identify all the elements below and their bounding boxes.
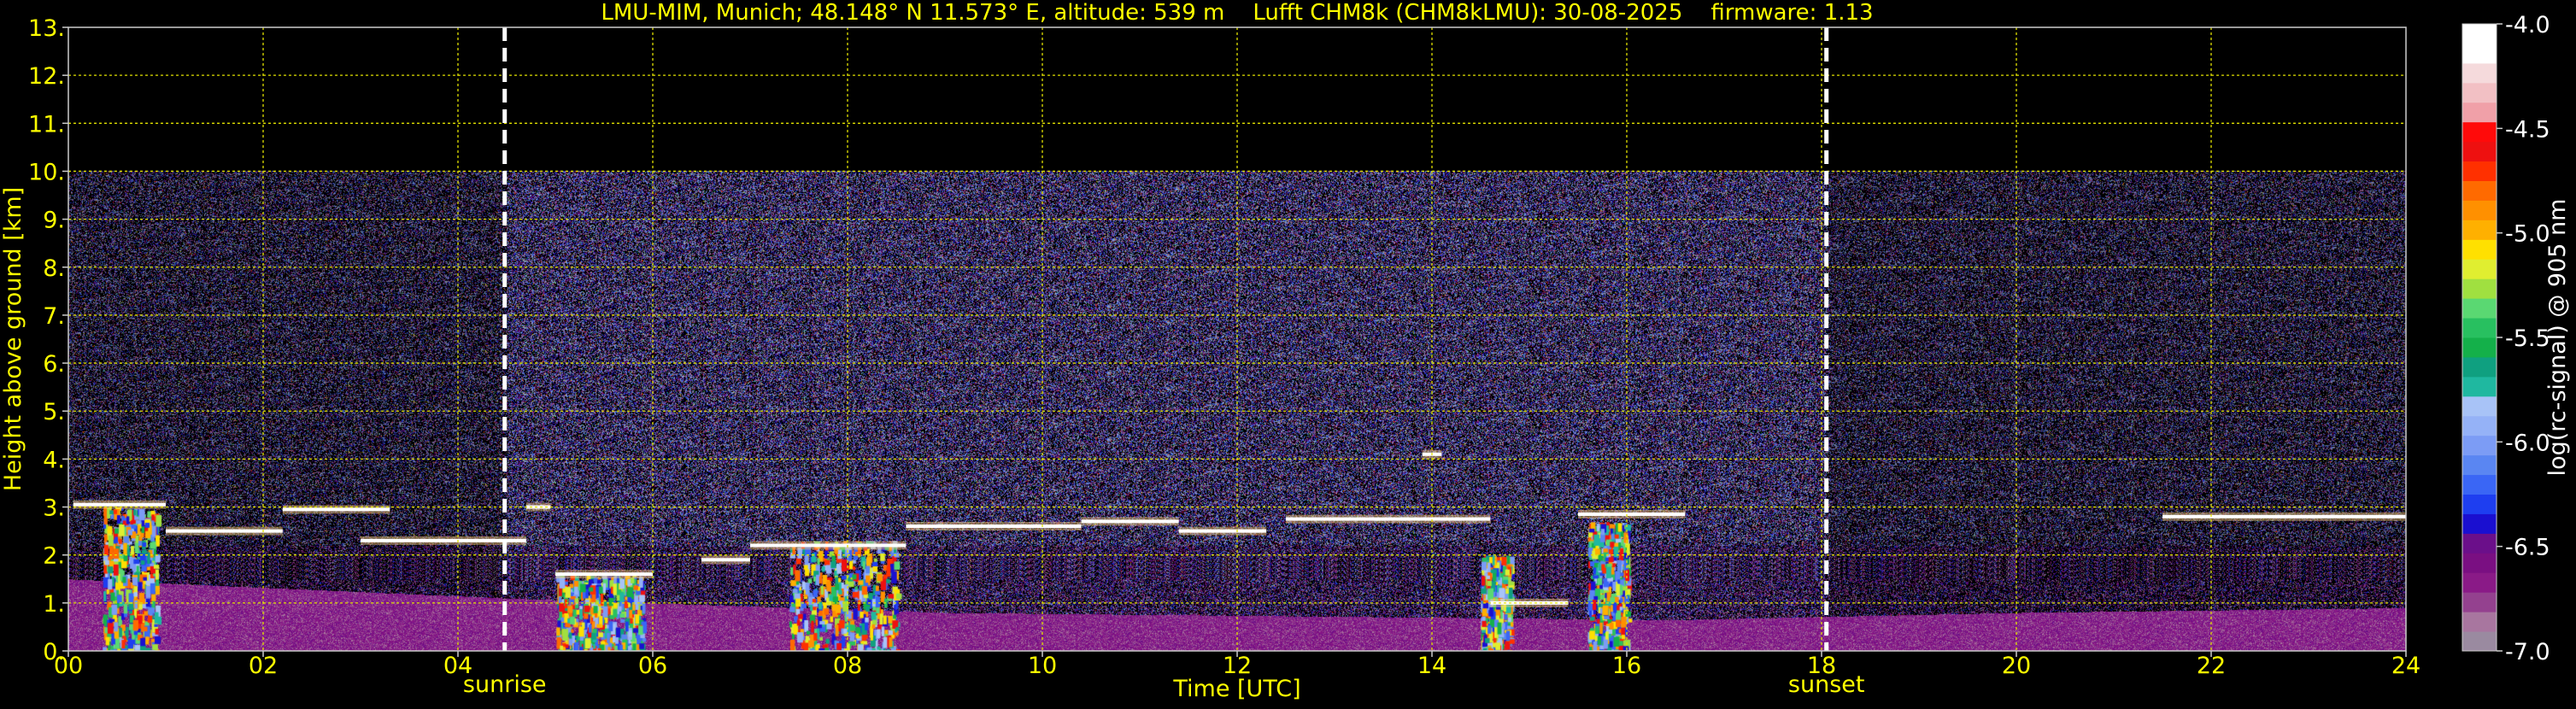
y-tick-label: 1.	[43, 591, 65, 618]
colorbar-cell	[2462, 298, 2497, 319]
colorbar-cell	[2462, 180, 2497, 201]
y-tick-label: 12.	[28, 63, 65, 90]
x-tick-label: 16	[1612, 653, 1641, 679]
colorbar-tick-label: -5.0	[2505, 221, 2550, 248]
colorbar-cell	[2462, 318, 2497, 338]
colorbar-cell	[2462, 82, 2497, 103]
colorbar-cell	[2462, 141, 2497, 162]
colorbar-cell	[2462, 220, 2497, 240]
colorbar-cell	[2462, 102, 2497, 123]
colorbar-cell	[2462, 278, 2497, 299]
colorbar-cell	[2462, 239, 2497, 260]
x-axis-label: Time [UTC]	[1172, 676, 1300, 702]
colorbar-cell	[2462, 337, 2497, 358]
cloud-layer-core-3	[361, 538, 526, 542]
x-tick-label: 14	[1417, 653, 1446, 679]
cloud-layer-core-11	[1286, 517, 1491, 521]
colorbar-cell	[2462, 572, 2497, 593]
colorbar-cell	[2462, 513, 2497, 534]
y-tick-label: 3.	[43, 495, 65, 522]
colorbar-tick-label: -7.0	[2505, 639, 2550, 665]
colorbar-tick-label: -6.0	[2505, 430, 2550, 456]
colorbar-cell	[2462, 43, 2497, 64]
colorbar-cell	[2462, 592, 2497, 612]
cloud-layer-core-5	[555, 572, 653, 577]
colorbar-tick-label: -4.5	[2505, 116, 2550, 143]
x-tick-label: 24	[2391, 653, 2421, 679]
y-tick-label: 2.	[43, 543, 65, 570]
colorbar-cell	[2462, 259, 2497, 279]
y-tick-label: 5.	[43, 399, 65, 425]
colorbar-cell	[2462, 454, 2497, 476]
y-tick-label: 0.	[43, 639, 65, 665]
colorbar-cell	[2462, 494, 2497, 514]
cloud-layer-core-7	[750, 543, 907, 548]
colorbar-tick-label: -4.0	[2505, 12, 2550, 38]
y-tick-label: 4.	[43, 447, 65, 473]
cloud-layer-core-1	[166, 529, 283, 533]
cloud-layer-core-0	[73, 502, 166, 507]
y-tick-label: 7.	[43, 303, 65, 330]
x-tick-label: 22	[2197, 653, 2226, 679]
colorbar-cell	[2462, 376, 2497, 397]
marker-label-sunrise: sunrise	[463, 671, 547, 698]
colorbar-cell	[2462, 121, 2497, 143]
x-tick-label: 20	[2002, 653, 2031, 679]
y-tick-label: 13.	[28, 15, 65, 42]
cloud-layer-core-10	[1178, 529, 1267, 533]
cloud-layer-core-15	[2162, 514, 2406, 519]
y-tick-label: 9.	[43, 208, 65, 234]
colorbar-cell	[2462, 356, 2497, 378]
chart-title: LMU-MIM, Munich; 48.148° N 11.573° E, al…	[601, 0, 1873, 26]
colorbar-cell	[2462, 415, 2497, 437]
colorbar-tick-label: -6.5	[2505, 535, 2550, 561]
x-tick-label: 10	[1028, 653, 1057, 679]
ceilometer-chart: LMU-MIM, Munich; 48.148° N 11.573° E, al…	[0, 0, 2576, 706]
marker-label-sunset: sunset	[1788, 671, 1865, 698]
x-tick-label: 02	[249, 653, 278, 679]
y-tick-label: 8.	[43, 255, 65, 282]
colorbar-cell	[2462, 24, 2497, 44]
colorbar-cell	[2462, 474, 2497, 495]
y-axis-label: Height above ground [km]	[0, 187, 26, 491]
colorbar-cells	[2462, 24, 2497, 652]
cloud-layer-core-6	[701, 558, 750, 562]
plot-area	[67, 26, 2407, 652]
x-tick-label: 06	[638, 653, 667, 679]
colorbar-cell	[2462, 612, 2497, 632]
colorbar-cell	[2462, 200, 2497, 220]
y-tick-label: 10.	[28, 159, 65, 185]
cloud-layer-core-13	[1578, 512, 1686, 516]
colorbar-cell	[2462, 62, 2497, 84]
cloud-layer-core-8	[906, 524, 1082, 528]
colorbar-cell	[2462, 631, 2497, 652]
x-tick-label: 08	[833, 653, 862, 679]
colorbar-cell	[2462, 553, 2497, 573]
colorbar-cell	[2462, 435, 2497, 456]
colorbar-label: log(rc-signal) @ 905 nm	[2544, 199, 2571, 477]
y-tick-label: 11.	[28, 111, 65, 138]
colorbar-cell	[2462, 533, 2497, 554]
colorbar-cell	[2462, 396, 2497, 417]
colorbar-cell	[2462, 161, 2497, 181]
cloud-layer-core-2	[282, 507, 390, 512]
colorbar-tick-label: -5.5	[2505, 325, 2550, 352]
y-tick-label: 6.	[43, 351, 65, 378]
chart-svg: LMU-MIM, Munich; 48.148° N 11.573° E, al…	[0, 0, 2576, 706]
cloud-layer-core-9	[1081, 519, 1179, 524]
